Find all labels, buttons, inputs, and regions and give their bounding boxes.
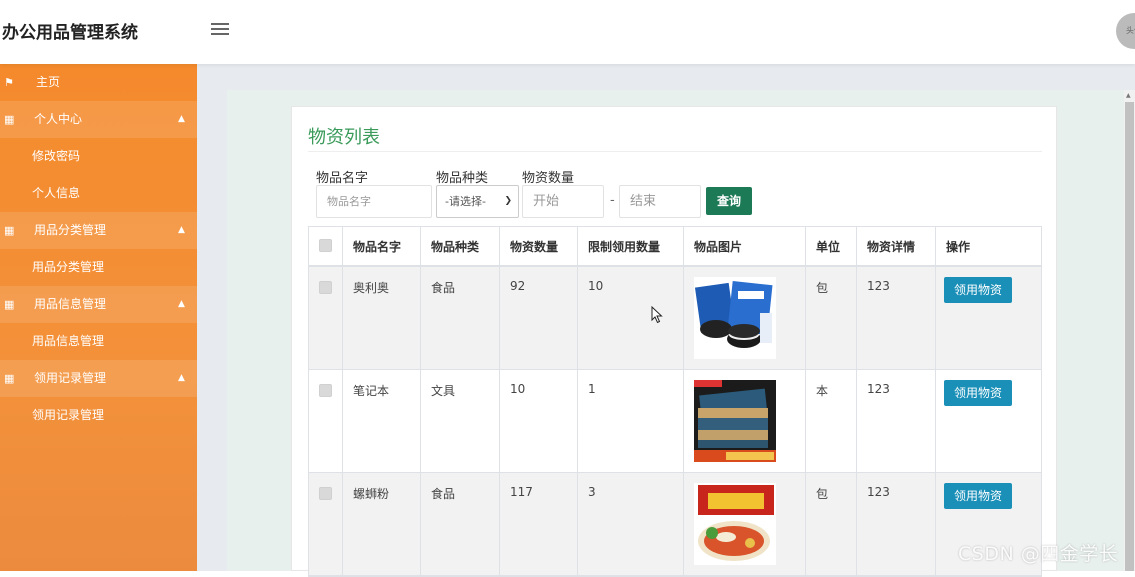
- item-unit-cell: 本: [806, 370, 857, 472]
- item-detail-cell: 123: [857, 370, 936, 472]
- item-image-cell: [684, 267, 806, 369]
- item-category-cell: 食品: [421, 267, 500, 369]
- flag-icon: ⚑: [4, 76, 14, 89]
- item-image-cell: [684, 473, 806, 575]
- take-item-button[interactable]: 领用物资: [944, 380, 1012, 406]
- item-unit-cell: 包: [806, 473, 857, 575]
- oreo-image: [694, 277, 776, 359]
- sidebar-group-item-info-management[interactable]: ▦ 用品信息管理 ▲: [0, 286, 197, 323]
- avatar[interactable]: 头像: [1116, 13, 1135, 49]
- column-header: 限制领用数量: [578, 227, 684, 265]
- chevron-up-icon: ▲: [178, 114, 185, 124]
- sidebar-item-change-password[interactable]: 修改密码: [0, 138, 197, 175]
- sidebar-item-label: 用品分类管理: [34, 223, 107, 237]
- row-select-cell: [309, 473, 343, 575]
- quantity-end-input[interactable]: 结束: [619, 185, 701, 218]
- page-title: 物资列表: [308, 127, 380, 148]
- chevron-down-icon: ❯: [504, 196, 512, 206]
- app-title: 办公用品管理系统: [2, 23, 138, 43]
- action-cell: 领用物资: [936, 267, 1043, 369]
- category-selected-value: -请选择-: [445, 195, 486, 208]
- column-header: 单位: [806, 227, 857, 265]
- item-limit-cell: 1: [578, 370, 684, 472]
- sidebar-group-category-management[interactable]: ▦ 用品分类管理 ▲: [0, 212, 197, 249]
- sidebar-item-label: 主页: [36, 75, 61, 89]
- row-select-cell: [309, 267, 343, 369]
- row-select-cell: [309, 370, 343, 472]
- item-limit-cell: 10: [578, 267, 684, 369]
- item-quantity-cell: 117: [500, 473, 578, 575]
- table-header: 物品名字 物品种类 物资数量 限制领用数量 物品图片 单位 物资详情 操作: [309, 227, 1041, 267]
- take-item-button[interactable]: 领用物资: [944, 483, 1012, 509]
- menu-toggle-icon[interactable]: [211, 20, 229, 40]
- grid-icon: ▦: [4, 113, 15, 126]
- item-detail-cell: 123: [857, 267, 936, 369]
- grid-icon: ▦: [4, 372, 15, 385]
- sidebar-item-label: 用品信息管理: [34, 297, 107, 311]
- grid-icon: ▦: [4, 298, 15, 311]
- range-separator: -: [610, 193, 615, 208]
- table-row: 笔记本 文具 10 1 本 123 领用物资: [309, 370, 1041, 473]
- column-header: 物品名字: [343, 227, 421, 265]
- chevron-up-icon: ▲: [178, 225, 185, 235]
- quantity-filter-label: 物资数量: [522, 171, 575, 186]
- table-row: 奥利奥 食品 92 10 包 123 领用物资: [309, 267, 1041, 370]
- column-header: 物资详情: [857, 227, 936, 265]
- divider: [308, 151, 1042, 152]
- item-quantity-cell: 92: [500, 267, 578, 369]
- list-card: 物资列表 物品名字 物品名字 物品种类 -请选择- ❯ 物资数量 开始 - 结束…: [291, 106, 1057, 577]
- item-category-cell: 食品: [421, 473, 500, 575]
- quantity-start-input[interactable]: 开始: [522, 185, 604, 218]
- sidebar-item-label: 个人中心: [34, 112, 83, 126]
- item-category-cell: 文具: [421, 370, 500, 472]
- notebook-image: [694, 380, 776, 462]
- mouse-cursor-icon: [651, 306, 663, 324]
- sidebar-group-personal-center[interactable]: ▦ 个人中心 ▲: [0, 101, 197, 138]
- query-button[interactable]: 查询: [706, 187, 752, 215]
- sidebar: ⚑ 主页 ▦ 个人中心 ▲ 修改密码 个人信息 ▦ 用品分类管理 ▲ 用品分类管…: [0, 64, 197, 571]
- category-select[interactable]: -请选择- ❯: [436, 185, 519, 218]
- column-header: 操作: [946, 240, 971, 254]
- column-header: 物品图片: [684, 227, 806, 265]
- take-item-button[interactable]: 领用物资: [944, 277, 1012, 303]
- item-detail-cell: 123: [857, 473, 936, 575]
- grid-icon: ▦: [4, 224, 15, 237]
- item-unit-cell: 包: [806, 267, 857, 369]
- chevron-up-icon: ▲: [178, 299, 185, 309]
- sidebar-item-home[interactable]: ⚑ 主页: [0, 64, 197, 101]
- scrollbar[interactable]: ▲: [1124, 90, 1135, 571]
- sidebar-item-personal-info[interactable]: 个人信息: [0, 175, 197, 212]
- sidebar-item-label: 领用记录管理: [34, 371, 107, 385]
- item-name-cell: 奥利奥: [343, 267, 421, 369]
- row-checkbox[interactable]: [319, 281, 332, 294]
- scroll-up-icon[interactable]: ▲: [1126, 92, 1131, 99]
- table-row: 螺蛳粉 食品 117 3 包 123 领用物资: [309, 473, 1041, 576]
- select-all-checkbox[interactable]: [319, 239, 332, 252]
- items-table: 物品名字 物品种类 物资数量 限制领用数量 物品图片 单位 物资详情 操作 奥利…: [308, 226, 1042, 577]
- item-image-cell: [684, 370, 806, 472]
- sidebar-group-record-management[interactable]: ▦ 领用记录管理 ▲: [0, 360, 197, 397]
- item-limit-cell: 3: [578, 473, 684, 575]
- item-name-cell: 笔记本: [343, 370, 421, 472]
- watermark: CSDN @四金学长: [958, 543, 1119, 565]
- top-bar: 办公用品管理系统 头像: [0, 0, 1135, 64]
- row-checkbox[interactable]: [319, 487, 332, 500]
- sidebar-item-category-management[interactable]: 用品分类管理: [0, 249, 197, 286]
- chevron-up-icon: ▲: [178, 373, 185, 383]
- name-filter-label: 物品名字: [316, 171, 369, 186]
- select-all-cell: [309, 227, 343, 265]
- sidebar-item-item-info-management[interactable]: 用品信息管理: [0, 323, 197, 360]
- sidebar-item-record-management[interactable]: 领用记录管理: [0, 397, 197, 434]
- action-cell: 领用物资: [936, 370, 1043, 472]
- row-checkbox[interactable]: [319, 384, 332, 397]
- luosifen-image: [694, 483, 776, 565]
- scrollbar-thumb[interactable]: [1125, 102, 1134, 571]
- name-search-input[interactable]: 物品名字: [316, 185, 432, 218]
- column-header: 物资数量: [500, 227, 578, 265]
- column-header: 物品种类: [421, 227, 500, 265]
- item-quantity-cell: 10: [500, 370, 578, 472]
- item-name-cell: 螺蛳粉: [343, 473, 421, 575]
- category-filter-label: 物品种类: [436, 171, 489, 186]
